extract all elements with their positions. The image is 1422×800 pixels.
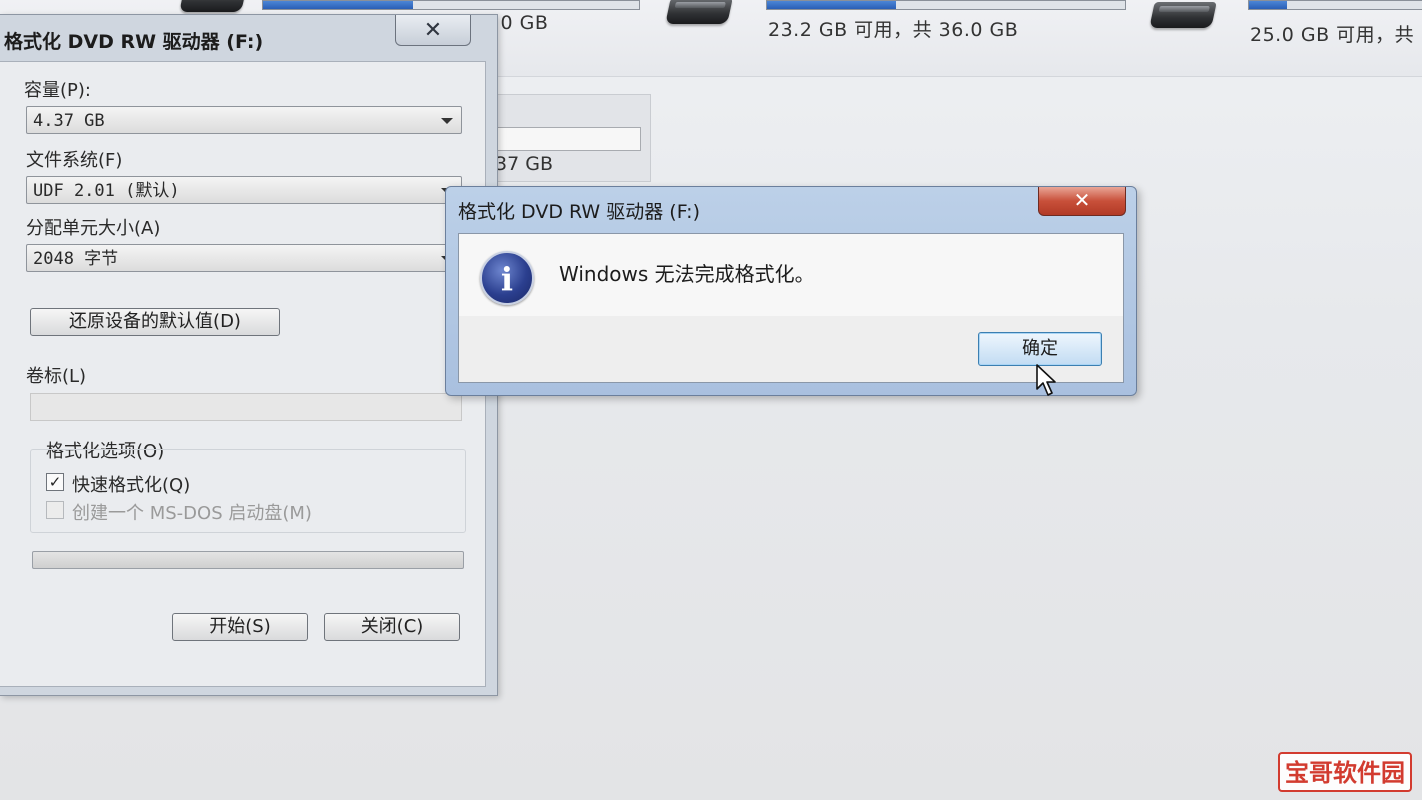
info-icon: i [480,251,534,305]
format-dialog-body: 容量(P): 4.37 GB 文件系统(F) UDF 2.01 (默认) 分配单… [0,61,486,687]
filesystem-label: 文件系统(F) [26,150,123,171]
watermark-logo: 宝哥软件园 [1278,752,1412,792]
format-dialog-title: 格式化 DVD RW 驱动器 (F:) [4,31,264,53]
close-icon: ✕ [423,17,443,43]
mouse-pointer-icon [1036,364,1056,396]
drive-capacity-text: 25.0 GB 可用，共 [1250,24,1415,46]
drive-capacity-text: 23.2 GB 可用，共 36.0 GB [768,19,1019,41]
close-button[interactable]: 关闭(C) [324,613,460,641]
message-text: Windows 无法完成格式化。 [559,262,815,286]
drive-icon[interactable] [179,0,247,12]
allocation-value: 2048 字节 [33,249,119,269]
background-field [495,127,641,151]
drive-usage-bar [262,0,640,10]
chevron-down-icon [441,118,453,124]
background-drive-panel: 37 GB [495,94,651,182]
allocation-select[interactable]: 2048 字节 [26,244,462,272]
drive-usage-bar [1248,0,1422,10]
drive-capacity-text: .0 GB [494,12,549,34]
drive-usage-bar [766,0,1126,10]
format-dialog-close-button[interactable]: ✕ [395,15,471,46]
format-progress-bar [32,551,464,569]
ok-button[interactable]: 确定 [978,332,1102,366]
format-dialog: 格式化 DVD RW 驱动器 (F:) ✕ 容量(P): 4.37 GB 文件系… [0,14,498,696]
quick-format-checkbox[interactable]: ✓ [46,473,64,491]
message-box-content: i Windows 无法完成格式化。 确定 [458,233,1124,383]
message-box-close-button[interactable]: ✕ [1038,187,1126,216]
filesystem-value: UDF 2.01 (默认) [33,181,180,201]
message-box-title: 格式化 DVD RW 驱动器 (F:) [458,201,700,223]
capacity-value: 4.37 GB [33,111,105,131]
allocation-label: 分配单元大小(A) [26,218,161,239]
volume-label: 卷标(L) [26,366,87,387]
drive-icon[interactable] [665,0,733,24]
start-button[interactable]: 开始(S) [172,613,308,641]
capacity-select[interactable]: 4.37 GB [26,106,462,134]
restore-defaults-button[interactable]: 还原设备的默认值(D) [30,308,280,336]
volume-label-input[interactable] [30,393,462,421]
drive-icon[interactable] [1149,2,1217,28]
background-panel-text: 37 GB [495,153,553,175]
message-area: i Windows 无法完成格式化。 [459,234,1123,316]
close-icon: ✕ [1073,188,1091,212]
filesystem-select[interactable]: UDF 2.01 (默认) [26,176,462,204]
quick-format-label: 快速格式化(Q) [72,475,191,496]
msdos-startup-label: 创建一个 MS-DOS 启动盘(M) [72,503,312,524]
error-message-box: 格式化 DVD RW 驱动器 (F:) ✕ i Windows 无法完成格式化。… [445,186,1137,396]
msdos-startup-checkbox[interactable] [46,501,64,519]
capacity-label: 容量(P): [24,80,91,101]
